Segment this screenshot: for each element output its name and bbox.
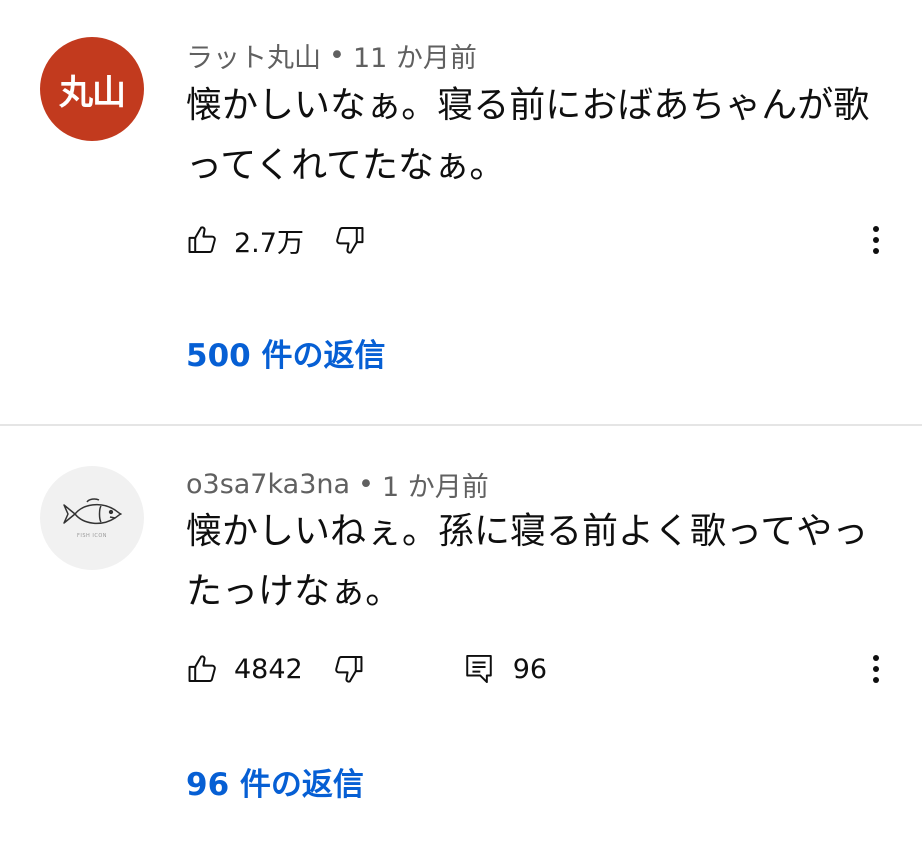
reply-icon <box>465 654 492 684</box>
more-dot <box>873 677 879 683</box>
reply-count: 96 <box>512 653 548 685</box>
avatar-caption: FISH ICON <box>76 533 107 539</box>
thumbs-down-icon <box>334 655 363 683</box>
comment-time[interactable]: 1 か月前 <box>382 465 489 504</box>
dislike-button[interactable] <box>332 223 366 257</box>
like-button[interactable]: 4842 <box>186 652 303 686</box>
comment-actions: 2.7万 <box>186 218 366 262</box>
comment-thread: FISH ICON o3sa7ka3na • 1 か月前 懐かしいねぇ。孫に寝る… <box>0 427 922 852</box>
comment-time[interactable]: 11 か月前 <box>353 36 477 75</box>
thumbs-down-icon <box>336 226 364 254</box>
more-vertical-icon <box>873 226 879 232</box>
reply-button[interactable]: 96 <box>463 652 547 686</box>
more-dot <box>873 237 879 243</box>
dislike-button[interactable] <box>331 652 365 686</box>
thumbs-up-icon <box>188 226 216 254</box>
more-dot <box>873 248 879 254</box>
view-replies-link[interactable]: 96 件の返信 <box>186 759 364 804</box>
comment-thread: 丸山 ラット丸山 • 11 か月前 懐かしいなぁ。寝る前におばあちゃんが歌ってく… <box>0 0 922 425</box>
fish-icon <box>63 498 122 525</box>
thumbs-up-icon <box>188 655 216 683</box>
view-replies-link[interactable]: 500 件の返信 <box>186 330 386 375</box>
comment-meta: ラット丸山 • 11 か月前 <box>186 36 477 75</box>
author-name[interactable]: ラット丸山 <box>186 36 321 75</box>
more-options-button[interactable] <box>860 647 892 691</box>
comment-actions: 4842 96 <box>186 647 547 691</box>
avatar[interactable]: FISH ICON <box>40 466 144 570</box>
avatar[interactable]: 丸山 <box>40 37 144 141</box>
author-name[interactable]: o3sa7ka3na <box>186 469 350 500</box>
divider <box>0 424 922 426</box>
comment-text: 懐かしいねぇ。孫に寝る前よく歌ってやったっけなぁ。 <box>186 511 869 612</box>
meta-separator: • <box>358 469 374 500</box>
more-options-button[interactable] <box>860 218 892 262</box>
like-count: 4842 <box>234 653 303 685</box>
like-count: 2.7万 <box>234 227 304 259</box>
avatar-initials: 丸山 <box>59 72 126 113</box>
comment-text: 懐かしいなぁ。寝る前におばあちゃんが歌ってくれてたなぁ。 <box>186 85 870 186</box>
more-vertical-icon <box>873 655 879 661</box>
more-dot <box>873 666 879 672</box>
meta-separator: • <box>329 40 345 71</box>
comment-meta: o3sa7ka3na • 1 か月前 <box>186 465 489 504</box>
like-button[interactable]: 2.7万 <box>186 221 304 260</box>
